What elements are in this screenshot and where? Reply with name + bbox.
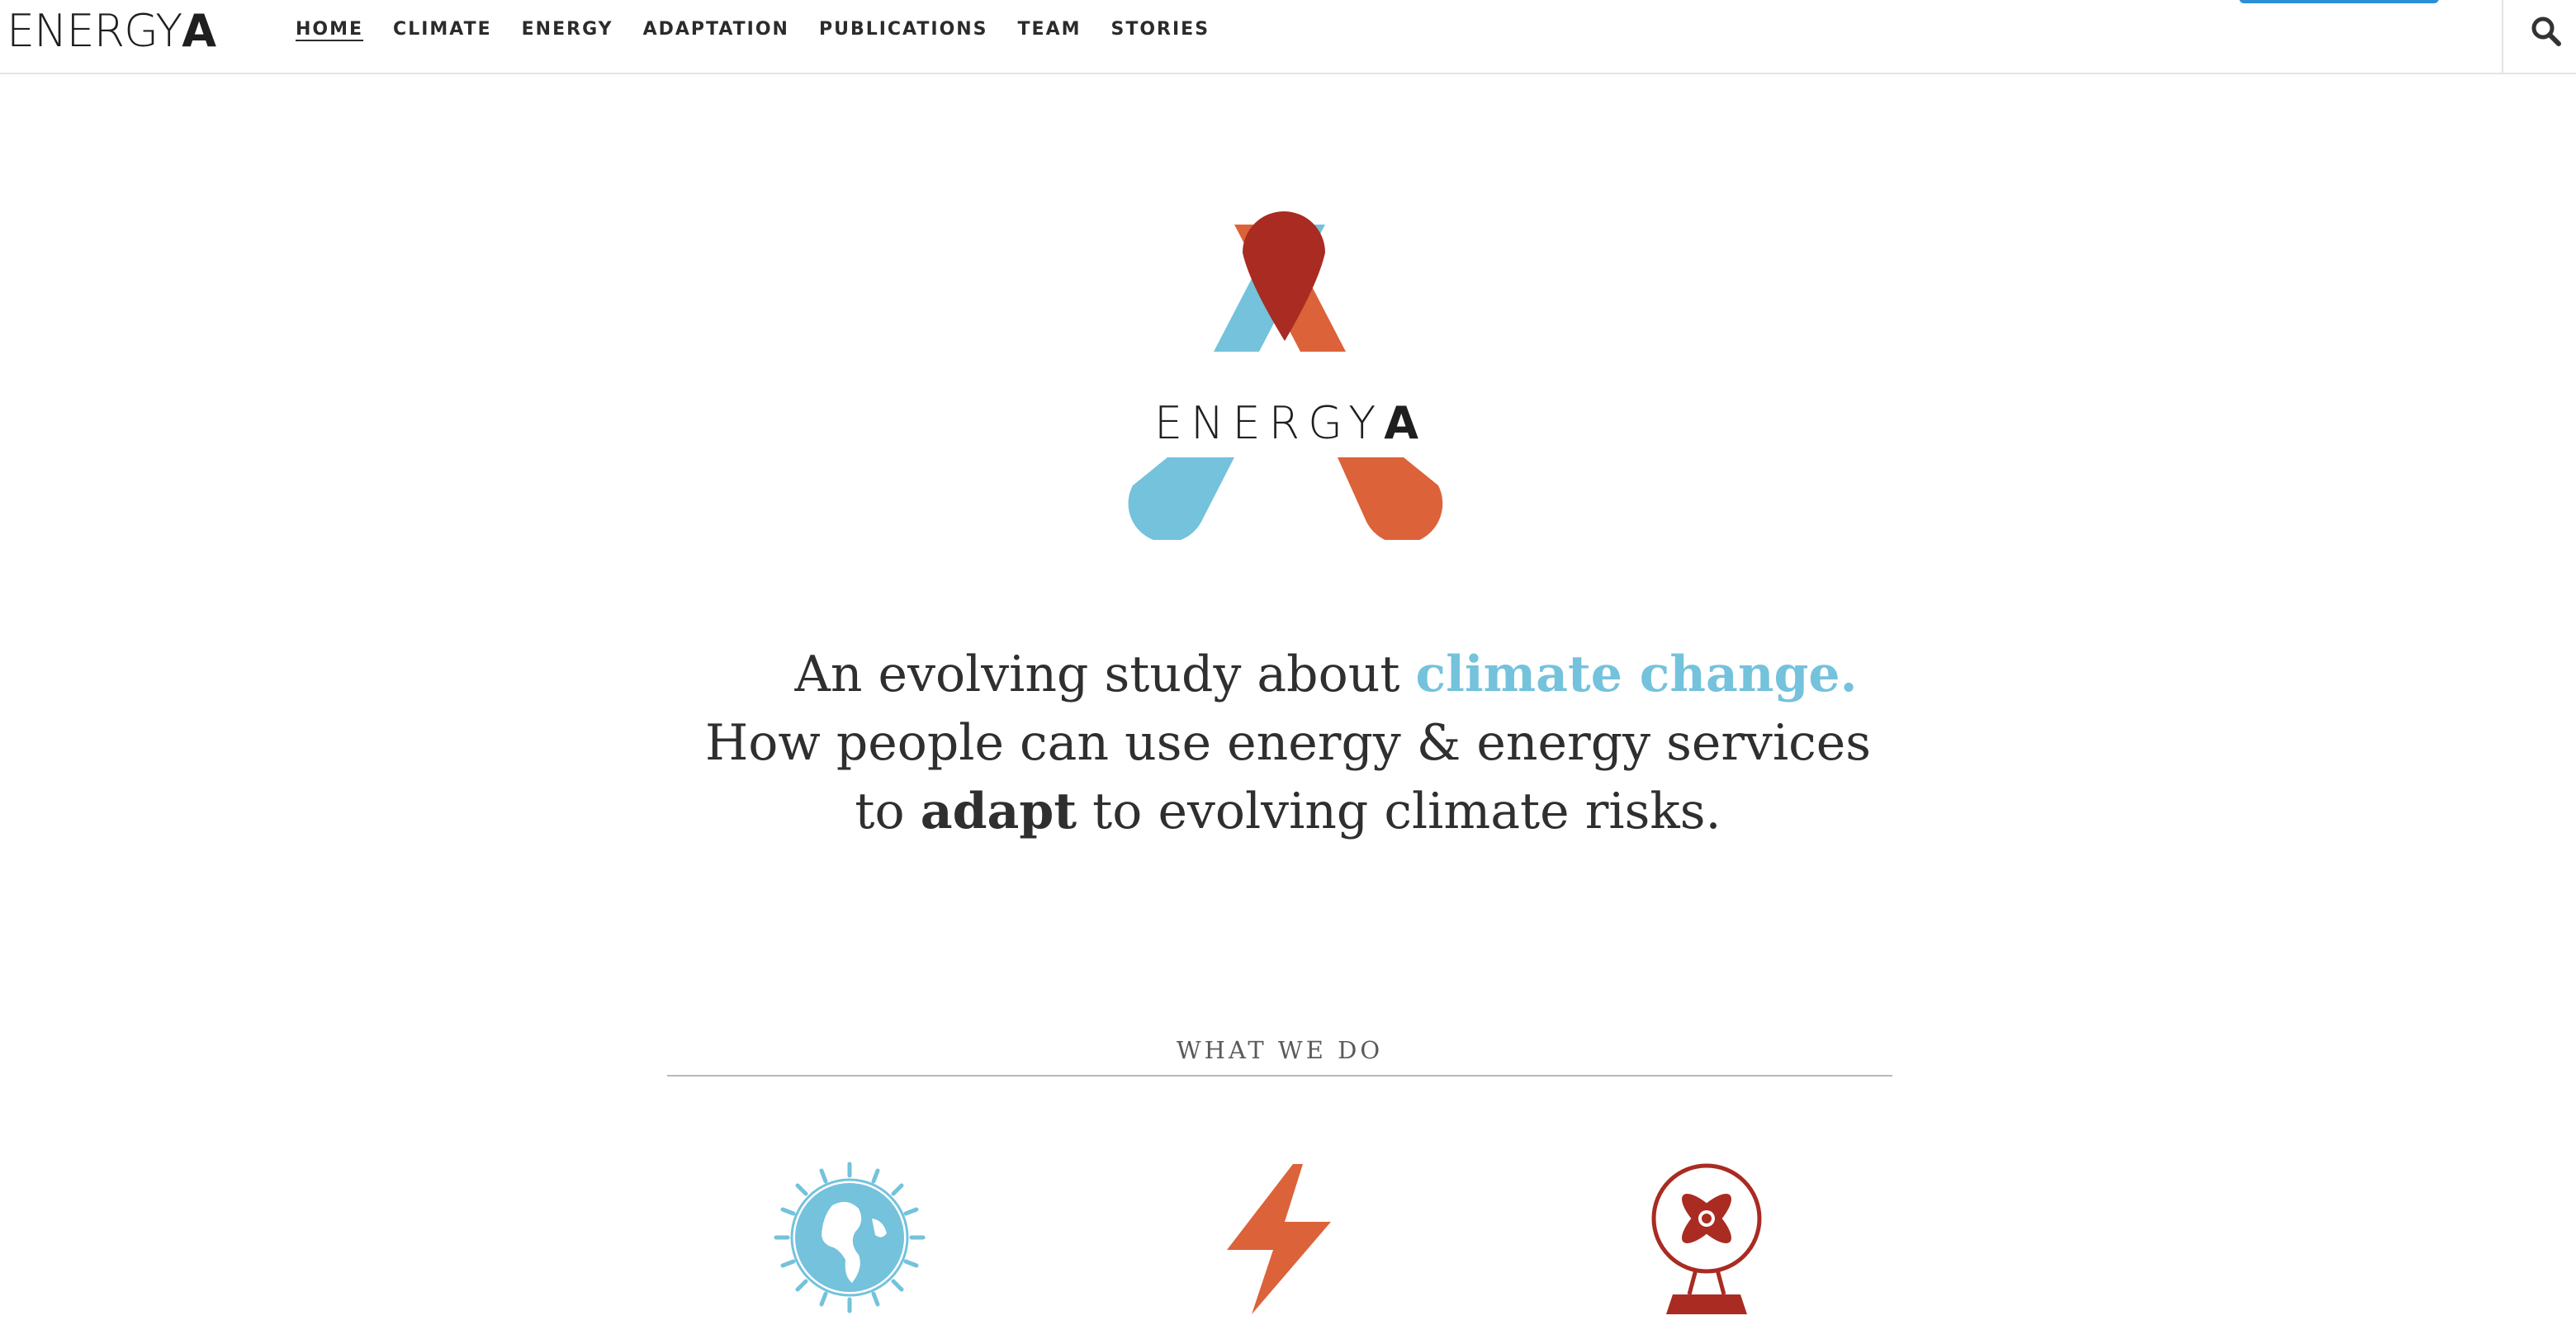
tagline-line-2: How people can use energy & energy servi… bbox=[704, 714, 1872, 772]
lightning-bolt-icon[interactable] bbox=[1219, 1164, 1339, 1314]
nav-adaptation[interactable]: ADAPTATION bbox=[643, 17, 789, 43]
nav-home[interactable]: HOME bbox=[296, 17, 363, 43]
main-nav: HOME CLIMATE ENERGY ADAPTATION PUBLICATI… bbox=[296, 17, 1210, 43]
nav-team[interactable]: TEAM bbox=[1018, 17, 1082, 43]
site-header: ENERGYA HOME CLIMATE ENERGY ADAPTATION P… bbox=[0, 0, 2576, 74]
tagline-text: An evolving study about bbox=[794, 646, 1416, 703]
nav-stories[interactable]: STORIES bbox=[1111, 17, 1210, 43]
tagline-accent: climate change. bbox=[1415, 646, 1858, 703]
globe-sun-icon[interactable] bbox=[773, 1161, 926, 1314]
tagline-bold: adapt bbox=[920, 783, 1077, 840]
header-action-button[interactable] bbox=[2239, 0, 2439, 3]
tagline-text: to bbox=[855, 783, 921, 840]
nav-publications[interactable]: PUBLICATIONS bbox=[819, 17, 988, 43]
logo-word-bold: A bbox=[1384, 397, 1428, 449]
nav-climate[interactable]: CLIMATE bbox=[393, 17, 492, 43]
brand-text: ENERGY bbox=[7, 5, 182, 57]
search-button[interactable] bbox=[2502, 0, 2576, 73]
brand-text-bold: A bbox=[182, 5, 216, 57]
search-icon bbox=[2531, 17, 2561, 46]
hero-tagline: An evolving study about climate change. … bbox=[644, 641, 1932, 846]
tagline-text: to evolving climate risks. bbox=[1077, 783, 1721, 840]
tagline-line-1: An evolving study about climate change. bbox=[644, 641, 1932, 709]
logo-bottom-left bbox=[1128, 457, 1234, 540]
section-title: WHAT WE DO bbox=[1176, 1036, 1384, 1064]
electric-fan-icon[interactable] bbox=[1648, 1161, 1765, 1314]
logo-bottom-right bbox=[1338, 457, 1443, 540]
energya-logo-mark bbox=[1128, 211, 1443, 540]
site-logo[interactable]: ENERGYA bbox=[7, 5, 216, 58]
logo-word-light: ENERGY bbox=[1154, 397, 1385, 449]
nav-energy[interactable]: ENERGY bbox=[522, 17, 613, 43]
tagline-line-3: to adapt to evolving climate risks. bbox=[644, 778, 1932, 846]
logo-wordmark: ENERGYA bbox=[1154, 395, 1427, 452]
section-divider bbox=[667, 1075, 1892, 1077]
